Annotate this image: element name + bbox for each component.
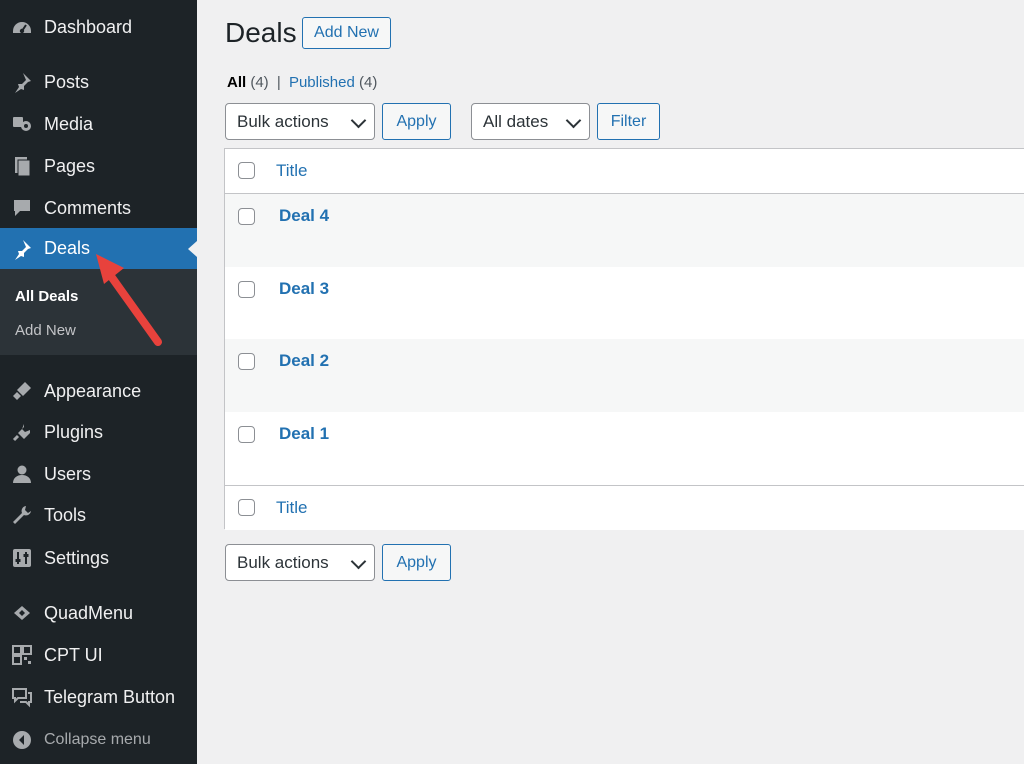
row-title-link[interactable]: Deal 2 [279, 351, 329, 371]
menu-label: Tools [44, 504, 87, 525]
menu-item-appearance[interactable]: Appearance [0, 372, 197, 410]
table-footer: Title [225, 485, 1024, 530]
menu-label: Comments [44, 197, 132, 218]
add-new-button[interactable]: Add New [302, 17, 391, 49]
cpt-ui-icon [11, 644, 33, 666]
filter-all-count: (4) [250, 74, 269, 91]
admin-sidebar: Dashboard Posts Media Pages Comments Dea… [0, 0, 197, 764]
row-title-link[interactable]: Deal 3 [279, 279, 329, 299]
select-all-checkbox[interactable] [238, 162, 255, 179]
menu-item-pages[interactable]: Pages [0, 147, 197, 185]
active-indicator [188, 240, 197, 257]
table-row: Deal 4 [225, 194, 1024, 267]
submenu-all-deals[interactable]: All Deals [15, 288, 78, 305]
menu-item-plugins[interactable]: Plugins [0, 413, 197, 451]
menu-label: QuadMenu [44, 602, 134, 623]
menu-label: Users [44, 463, 92, 484]
pushpin-icon [11, 71, 33, 93]
menu-label: CPT UI [44, 644, 103, 665]
pages-icon [11, 155, 33, 177]
menu-label: Plugins [44, 421, 104, 442]
status-filter-links: All (4) | Published (4) [227, 74, 377, 91]
table-header: Title [225, 149, 1024, 194]
filter-published-link[interactable]: Published [289, 74, 355, 91]
apply-button[interactable]: Apply [382, 103, 451, 140]
table-row: Deal 2 [225, 339, 1024, 412]
menu-item-dashboard[interactable]: Dashboard [0, 8, 197, 46]
table-row: Deal 3 [225, 267, 1024, 340]
menu-item-settings[interactable]: Settings [0, 539, 197, 577]
column-title-footer[interactable]: Title [276, 498, 308, 518]
bulk-actions-select[interactable]: Bulk actions [225, 103, 375, 140]
menu-item-tools[interactable]: Tools [0, 496, 197, 534]
appearance-icon [11, 380, 33, 402]
comment-icon [11, 197, 33, 219]
menu-item-media[interactable]: Media [0, 105, 197, 143]
media-icon [11, 113, 33, 135]
menu-label: Telegram Button [44, 686, 176, 707]
bulk-actions-value: Bulk actions [237, 111, 329, 131]
select-all-checkbox-footer[interactable] [238, 499, 255, 516]
menu-label: Settings [44, 547, 110, 568]
chevron-down-icon [350, 112, 367, 129]
posts-table: Title Deal 4 Deal 3 Deal 2 Deal 1 Title [224, 148, 1024, 530]
menu-label: Dashboard [44, 16, 133, 37]
submenu-add-new[interactable]: Add New [15, 322, 76, 339]
menu-label: Appearance [44, 380, 142, 401]
menu-item-comments[interactable]: Comments [0, 189, 197, 227]
filter-button[interactable]: Filter [597, 103, 660, 140]
collapse-menu-button[interactable]: Collapse menu [0, 721, 197, 759]
bulk-actions-value: Bulk actions [237, 552, 329, 572]
quadmenu-icon [11, 602, 33, 624]
user-icon [11, 463, 33, 485]
pushpin-icon [11, 238, 33, 260]
settings-icon [11, 547, 33, 569]
menu-item-quadmenu[interactable]: QuadMenu [0, 594, 197, 632]
telegram-icon [11, 686, 33, 708]
chevron-down-icon [350, 553, 367, 570]
row-title-link[interactable]: Deal 1 [279, 424, 329, 444]
menu-label: Posts [44, 71, 90, 92]
page-title: Deals [225, 17, 297, 48]
table-row: Deal 1 [225, 412, 1024, 485]
date-filter-select[interactable]: All dates [471, 103, 590, 140]
row-checkbox[interactable] [238, 426, 255, 443]
menu-item-telegram-button[interactable]: Telegram Button [0, 678, 197, 716]
plugin-icon [11, 421, 33, 443]
red-arrow-annotation [96, 254, 162, 346]
dashboard-icon [11, 16, 33, 38]
chevron-down-icon [565, 112, 582, 129]
date-filter-value: All dates [483, 111, 549, 131]
menu-label: Media [44, 113, 94, 134]
filter-published-count: (4) [359, 74, 378, 91]
menu-label: Pages [44, 155, 96, 176]
row-title-link[interactable]: Deal 4 [279, 206, 329, 226]
menu-item-posts[interactable]: Posts [0, 63, 197, 101]
filter-separator: | [276, 74, 281, 91]
row-checkbox[interactable] [238, 281, 255, 298]
row-checkbox[interactable] [238, 353, 255, 370]
menu-label: Deals [44, 238, 91, 258]
menu-item-cpt-ui[interactable]: CPT UI [0, 636, 197, 674]
bulk-actions-select-bottom[interactable]: Bulk actions [225, 544, 375, 581]
wrench-icon [11, 504, 33, 526]
menu-item-users[interactable]: Users [0, 455, 197, 493]
collapse-label: Collapse menu [44, 731, 151, 748]
row-checkbox[interactable] [238, 208, 255, 225]
apply-button-bottom[interactable]: Apply [382, 544, 451, 581]
filter-all-link[interactable]: All [227, 74, 246, 91]
column-title-header[interactable]: Title [276, 161, 308, 181]
collapse-arrow-icon [11, 729, 33, 751]
